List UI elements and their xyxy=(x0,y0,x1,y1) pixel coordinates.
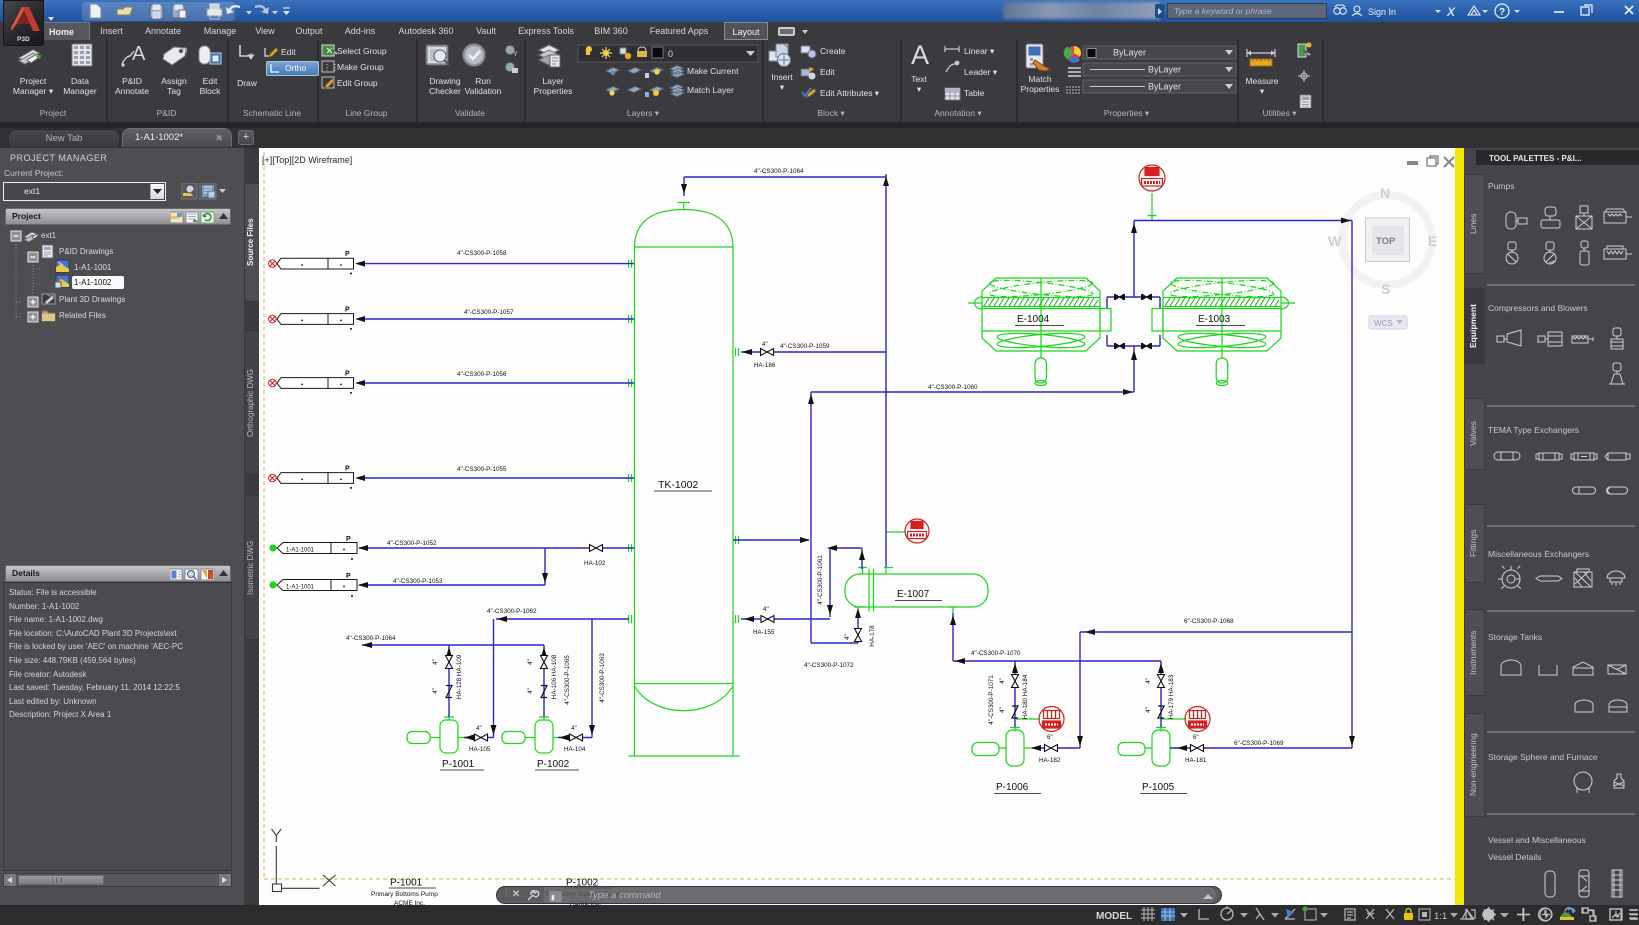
svg-text:A: A xyxy=(132,43,146,65)
svg-text:Storage Sphere and Furnace: Storage Sphere and Furnace xyxy=(1488,752,1598,762)
svg-text:Pumps: Pumps xyxy=(1488,181,1514,191)
svg-text:ByLayer: ByLayer xyxy=(1148,65,1181,75)
svg-text:TEMA Type Exchangers: TEMA Type Exchangers xyxy=(1488,425,1579,435)
svg-text:P3D: P3D xyxy=(17,36,30,43)
svg-text:ByLayer: ByLayer xyxy=(1148,82,1181,92)
svg-text:MODEL: MODEL xyxy=(1096,911,1132,922)
svg-text:?: ? xyxy=(1499,7,1505,18)
svg-text:X: X xyxy=(1446,5,1456,19)
svg-text:0: 0 xyxy=(668,49,673,59)
svg-text:ByLayer: ByLayer xyxy=(1113,48,1146,58)
svg-text:Compressors and Blowers: Compressors and Blowers xyxy=(1488,303,1588,313)
svg-text:1:1: 1:1 xyxy=(1434,911,1447,922)
svg-text:Vessel Details: Vessel Details xyxy=(1488,852,1541,862)
svg-text:Miscellaneous Exchangers: Miscellaneous Exchangers xyxy=(1488,549,1589,559)
svg-text:Vessel and Miscellaneous: Vessel and Miscellaneous xyxy=(1488,835,1586,845)
svg-text:TOOL PALETTES - P&I...: TOOL PALETTES - P&I... xyxy=(1489,154,1581,163)
svg-text:A: A xyxy=(911,40,929,70)
svg-text:Sign In: Sign In xyxy=(1368,7,1396,17)
svg-text:Y: Y xyxy=(513,51,518,58)
svg-text:Storage Tanks: Storage Tanks xyxy=(1488,632,1542,642)
svg-text:▮: ▮ xyxy=(551,894,555,901)
